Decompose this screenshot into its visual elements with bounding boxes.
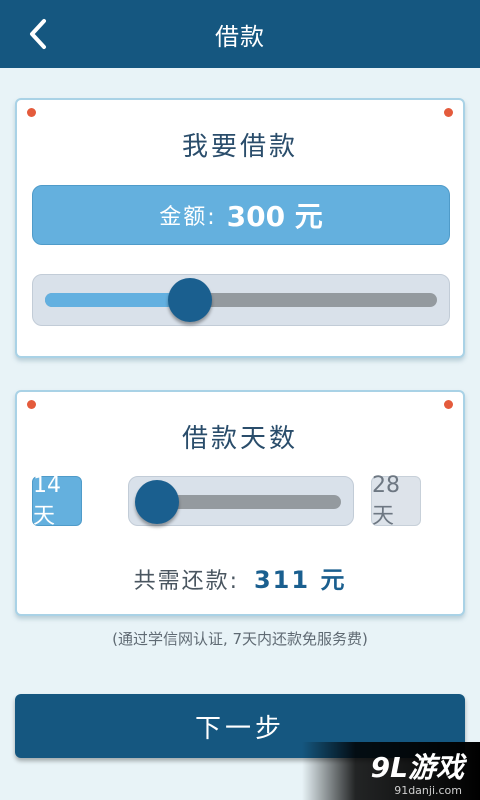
loan-days-card: 借款天数 14天 28天 共需还款: 311 元 bbox=[15, 390, 465, 616]
decor-dot-left bbox=[27, 400, 36, 409]
decor-dot-right bbox=[444, 108, 453, 117]
amount-value: 300 元 bbox=[226, 200, 323, 233]
amount-label: 金额: bbox=[159, 205, 217, 230]
service-fee-note: (通过学信网认证, 7天内还款免服务费) bbox=[112, 630, 368, 648]
chevron-left-icon bbox=[30, 19, 46, 49]
decor-dot-right bbox=[444, 400, 453, 409]
total-label: 共需还款: bbox=[133, 569, 239, 594]
amount-slider-track[interactable] bbox=[45, 293, 437, 307]
amount-display: 金额: 300 元 bbox=[32, 185, 450, 245]
page-title: 借款 bbox=[215, 22, 265, 51]
amount-slider[interactable] bbox=[32, 274, 450, 326]
decor-dot-left bbox=[27, 108, 36, 117]
amount-card-title: 我要借款 bbox=[181, 132, 298, 162]
loan-amount-card: 我要借款 金额: 300 元 bbox=[15, 98, 465, 358]
days-card-title: 借款天数 bbox=[181, 424, 298, 454]
back-button[interactable] bbox=[22, 18, 54, 50]
total-value: 311 元 bbox=[253, 566, 347, 594]
watermark-logo: 9L游戏 91danji.com bbox=[302, 742, 480, 800]
min-days-label: 14天 bbox=[32, 473, 82, 529]
max-days-label: 28天 bbox=[371, 473, 421, 529]
days-slider[interactable] bbox=[128, 476, 354, 526]
watermark-url: 91danji.com bbox=[394, 784, 462, 797]
amount-slider-thumb[interactable] bbox=[168, 278, 213, 322]
total-repayment: 共需还款: 311 元 bbox=[17, 560, 463, 595]
top-nav-bar: 借款 bbox=[0, 0, 480, 68]
days-slider-thumb[interactable] bbox=[135, 480, 179, 524]
watermark-brand: 9L游戏 bbox=[370, 751, 464, 784]
